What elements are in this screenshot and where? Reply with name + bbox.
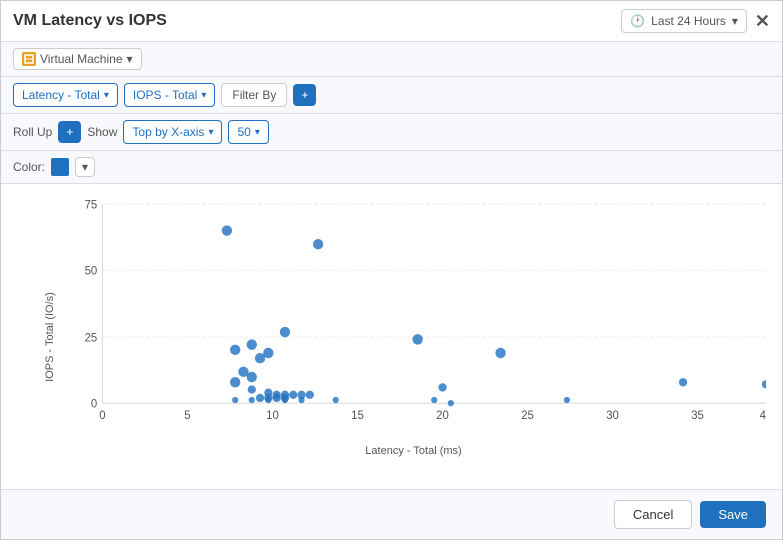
- svg-text:40: 40: [760, 410, 766, 422]
- toolbar-row: Virtual Machine ▾: [1, 42, 782, 77]
- svg-text:10: 10: [266, 410, 279, 422]
- time-label: Last 24 Hours: [651, 14, 726, 28]
- time-selector[interactable]: 🕐 Last 24 Hours ▾: [621, 9, 747, 33]
- svg-text:15: 15: [351, 410, 364, 422]
- chevron-down-icon: ▾: [208, 127, 213, 138]
- count-label: 50: [237, 125, 250, 139]
- rollup-label: Roll Up: [13, 125, 52, 139]
- topby-dropdown[interactable]: Top by X-axis ▾: [123, 120, 222, 144]
- color-dropdown[interactable]: ▾: [75, 157, 95, 177]
- modal-header: VM Latency vs IOPS 🕐 Last 24 Hours ▾ ✕: [1, 1, 782, 42]
- iops-label: IOPS - Total: [133, 88, 197, 102]
- chevron-down-icon: ▾: [255, 127, 260, 138]
- svg-text:35: 35: [691, 410, 704, 422]
- save-button[interactable]: Save: [700, 501, 766, 528]
- svg-text:25: 25: [85, 332, 98, 344]
- vm-badge[interactable]: Virtual Machine ▾: [13, 48, 142, 70]
- add-filter-button[interactable]: +: [293, 84, 316, 106]
- svg-text:0: 0: [91, 398, 97, 410]
- modal-footer: Cancel Save: [1, 489, 782, 539]
- svg-text:20: 20: [436, 410, 449, 422]
- modal-container: VM Latency vs IOPS 🕐 Last 24 Hours ▾ ✕ V…: [0, 0, 783, 540]
- vm-icon: [22, 52, 36, 66]
- scatter-chart: 75 50 25 0 0 5 10 15 20 25 30 35 40: [61, 194, 766, 445]
- y-axis-label: IOPS - Total (IO/s): [44, 292, 56, 382]
- svg-text:0: 0: [99, 410, 105, 422]
- x-axis-label: Latency - Total (ms): [61, 445, 766, 457]
- show-label: Show: [87, 125, 117, 139]
- svg-text:5: 5: [184, 410, 190, 422]
- latency-label: Latency - Total: [22, 88, 100, 102]
- chevron-down-icon: ▾: [82, 160, 88, 174]
- rollup-add-button[interactable]: +: [58, 121, 81, 143]
- controls-row-1: Latency - Total ▾ IOPS - Total ▾ Filter …: [1, 77, 782, 114]
- topby-label: Top by X-axis: [132, 125, 204, 139]
- cancel-button[interactable]: Cancel: [614, 500, 692, 529]
- count-dropdown[interactable]: 50 ▾: [228, 120, 268, 144]
- chart-area: IOPS - Total (IO/s) 75 50 25 0 0 5 10 15: [1, 184, 782, 489]
- latency-dropdown[interactable]: Latency - Total ▾: [13, 83, 118, 107]
- filter-by-button[interactable]: Filter By: [221, 83, 287, 107]
- chart-inner: 75 50 25 0 0 5 10 15 20 25 30 35 40: [61, 194, 766, 445]
- svg-text:50: 50: [85, 265, 98, 277]
- color-row: Color: ▾: [1, 151, 782, 184]
- color-label: Color:: [13, 160, 45, 174]
- color-swatch[interactable]: [51, 158, 69, 176]
- modal-title: VM Latency vs IOPS: [13, 12, 621, 30]
- chevron-down-icon: ▾: [104, 90, 109, 101]
- vm-label: Virtual Machine: [40, 52, 123, 66]
- svg-text:30: 30: [606, 410, 619, 422]
- filter-label: Filter By: [232, 88, 276, 102]
- iops-dropdown[interactable]: IOPS - Total ▾: [124, 83, 216, 107]
- svg-text:75: 75: [85, 200, 98, 212]
- chevron-down-icon: ▾: [732, 14, 738, 28]
- controls-row-2: Roll Up + Show Top by X-axis ▾ 50 ▾: [1, 114, 782, 151]
- svg-text:25: 25: [521, 410, 534, 422]
- close-button[interactable]: ✕: [755, 11, 770, 32]
- clock-icon: 🕐: [630, 14, 645, 28]
- chevron-down-icon: ▾: [201, 90, 206, 101]
- chevron-down-icon: ▾: [127, 52, 133, 66]
